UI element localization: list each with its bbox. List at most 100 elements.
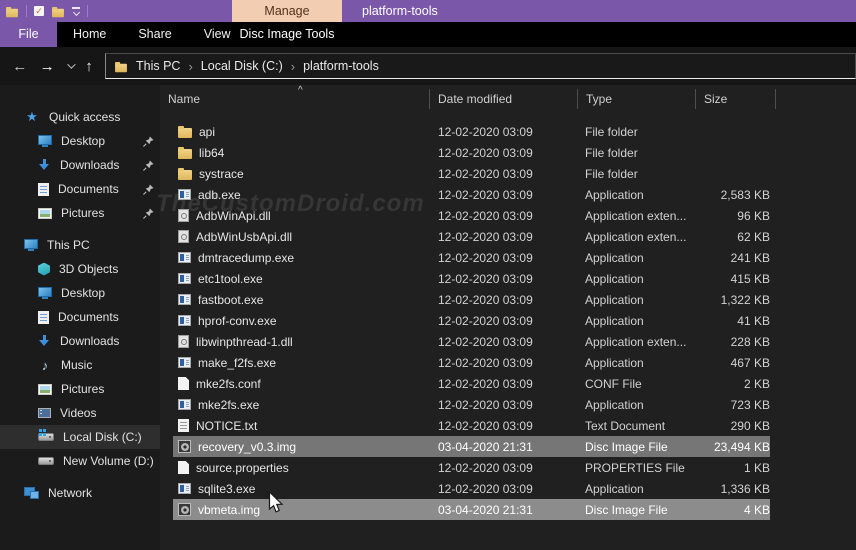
file-row-libwinpthread-1-dll[interactable]: libwinpthread-1.dll 12-02-2020 03:09 Appli… — [173, 331, 770, 352]
file-date-modified: 12-02-2020 03:09 — [438, 271, 533, 286]
back-icon[interactable]: ← — [12, 59, 27, 74]
breadcrumb: This PC › Local Disk (C:) › platform-tools — [136, 59, 379, 74]
sidebar-item-music[interactable]: Music — [0, 353, 160, 377]
this-pc-monitor-icon — [24, 238, 38, 251]
file-type: Application exten... — [585, 229, 687, 244]
sidebar-item-desktop[interactable]: Desktop — [0, 129, 160, 153]
sidebar-item-videos[interactable]: Videos — [0, 401, 160, 425]
sidebar-item-label: New Volume (D:) — [63, 454, 154, 468]
file-size: 228 KB — [730, 334, 770, 349]
file-row-adbwinusbapi-dll[interactable]: AdbWinUsbApi.dll 12-02-2020 03:09 Applicat… — [173, 226, 770, 247]
sidebar-item-3d-objects[interactable]: 3D Objects — [0, 257, 160, 281]
tab-disc-image-tools[interactable]: Disc Image Tools — [232, 22, 342, 47]
app-window-icon — [178, 189, 191, 200]
column-header-size[interactable]: Size — [696, 85, 776, 113]
file-row-adb-exe[interactable]: adb.exe 12-02-2020 03:09 Application 2,583 … — [173, 184, 770, 205]
file-row-notice-txt[interactable]: NOTICE.txt 12-02-2020 03:09 Text Document 2… — [173, 415, 770, 436]
manage-contextual-header[interactable]: Manage — [232, 0, 342, 22]
file-size: 467 KB — [730, 355, 770, 370]
file-row-source-properties[interactable]: source.properties 12-02-2020 03:09 PROPERT… — [173, 457, 770, 478]
pin-icon — [143, 159, 154, 171]
title-bar: ✓ Manage platform-tools — [0, 0, 856, 22]
videos-film-icon — [38, 408, 51, 418]
file-date-modified: 12-02-2020 03:09 — [438, 313, 533, 328]
file-row-recovery-v0-3-img[interactable]: recovery_v0.3.img 03-04-2020 21:31 Disc Im… — [173, 436, 770, 457]
recent-locations-chevron-icon[interactable] — [67, 60, 76, 69]
file-type: File folder — [585, 124, 638, 139]
sidebar-item-label: Network — [48, 486, 93, 500]
sidebar-item-label: Local Disk (C:) — [63, 430, 142, 444]
file-name: systrace — [199, 166, 244, 181]
file-row-adbwinapi-dll[interactable]: AdbWinApi.dll 12-02-2020 03:09 Application… — [173, 205, 770, 226]
file-name: api — [199, 124, 216, 139]
file-row-mke2fs-exe[interactable]: mke2fs.exe 12-02-2020 03:09 Application 723… — [173, 394, 770, 415]
window-title: platform-tools — [362, 4, 438, 18]
folder-icon[interactable] — [52, 6, 64, 17]
column-header-date-modified[interactable]: Date modified — [430, 85, 578, 113]
app-window-icon — [178, 273, 191, 284]
quick-access-toolbar: ✓ — [0, 5, 88, 18]
file-row-sqlite3-exe[interactable]: sqlite3.exe 12-02-2020 03:09 Application 1,… — [173, 478, 770, 499]
breadcrumb-segment[interactable]: This PC — [136, 59, 180, 73]
ribbon-tab-row: File Home Share View Disc Image Tools — [0, 22, 856, 47]
file-row-fastboot-exe[interactable]: fastboot.exe 12-02-2020 03:09 Application 1… — [173, 289, 770, 310]
file-row-systrace[interactable]: systrace 12-02-2020 03:09 File folder — [173, 163, 770, 184]
file-type: Application — [585, 292, 644, 307]
sidebar-item-local-disk-c[interactable]: Local Disk (C:) — [0, 425, 160, 449]
sidebar-item-label: Videos — [60, 406, 97, 420]
sidebar-item-pictures[interactable]: Pictures — [0, 201, 160, 225]
file-row-make-f2fs-exe[interactable]: make_f2fs.exe 12-02-2020 03:09 Application… — [173, 352, 770, 373]
breadcrumb-chevron-icon[interactable]: › — [188, 59, 192, 74]
sidebar-item-network[interactable]: Network — [0, 481, 160, 505]
sidebar-item-desktop[interactable]: Desktop — [0, 281, 160, 305]
sidebar-item-this-pc[interactable]: This PC — [0, 233, 160, 257]
file-name: mke2fs.exe — [198, 397, 260, 412]
file-row-lib64[interactable]: lib64 12-02-2020 03:09 File folder — [173, 142, 770, 163]
sidebar-item-downloads[interactable]: Downloads — [0, 153, 160, 177]
column-headers: ^ Name Date modified Type Size — [160, 85, 856, 113]
address-bar[interactable]: This PC › Local Disk (C:) › platform-tools — [105, 53, 856, 79]
sidebar-item-label: 3D Objects — [59, 262, 119, 276]
tab-share[interactable]: Share — [122, 22, 187, 47]
file-date-modified: 12-02-2020 03:09 — [438, 481, 533, 496]
sidebar-item-label: Documents — [58, 310, 119, 324]
dll-file-icon — [178, 230, 189, 243]
sidebar-item-pictures[interactable]: Pictures — [0, 377, 160, 401]
file-type: Application exten... — [585, 334, 687, 349]
file-size: 1,336 KB — [720, 481, 770, 496]
file-size: 290 KB — [730, 418, 770, 433]
file-row-mke2fs-conf[interactable]: mke2fs.conf 12-02-2020 03:09 CONF File 2 KB — [173, 373, 770, 394]
file-type: Text Document — [585, 418, 666, 433]
explorer-folder-icon — [6, 6, 18, 17]
sidebar-item-downloads[interactable]: Downloads — [0, 329, 160, 353]
tab-home[interactable]: Home — [57, 22, 122, 47]
file-date-modified: 12-02-2020 03:09 — [438, 292, 533, 307]
sidebar-item-quick-access[interactable]: Quick access — [0, 105, 160, 129]
checkmark-icon[interactable]: ✓ — [34, 6, 44, 16]
tab-file[interactable]: File — [0, 22, 57, 47]
column-header-type[interactable]: Type — [578, 85, 696, 113]
up-icon[interactable]: ↑ — [85, 59, 93, 74]
breadcrumb-segment[interactable]: platform-tools — [303, 59, 379, 73]
file-size: 1,322 KB — [720, 292, 770, 307]
pictures-image-icon — [38, 207, 52, 219]
breadcrumb-segment[interactable]: Local Disk (C:) — [201, 59, 283, 73]
sidebar-item-documents[interactable]: Documents — [0, 305, 160, 329]
file-row-etc1tool-exe[interactable]: etc1tool.exe 12-02-2020 03:09 Application 4… — [173, 268, 770, 289]
qat-dropdown-icon[interactable] — [72, 7, 80, 15]
sidebar-item-new-volume-d[interactable]: New Volume (D:) — [0, 449, 160, 473]
file-row-hprof-conv-exe[interactable]: hprof-conv.exe 12-02-2020 03:09 Applicatio… — [173, 310, 770, 331]
breadcrumb-chevron-icon[interactable]: › — [291, 59, 295, 74]
file-row-api[interactable]: api 12-02-2020 03:09 File folder — [173, 121, 770, 142]
forward-icon[interactable]: → — [40, 59, 55, 74]
file-type: Application — [585, 397, 644, 412]
column-header-name[interactable]: Name — [160, 85, 430, 113]
sidebar-item-label: Desktop — [61, 286, 106, 300]
file-row-dmtracedump-exe[interactable]: dmtracedump.exe 12-02-2020 03:09 Applicati… — [173, 247, 770, 268]
sidebar-item-documents[interactable]: Documents — [0, 177, 160, 201]
hdd-windows-icon — [38, 429, 54, 441]
file-row-vbmeta-img[interactable]: vbmeta.img 03-04-2020 21:31 Disc Image Fil… — [173, 499, 770, 520]
file-type: Application — [585, 481, 644, 496]
